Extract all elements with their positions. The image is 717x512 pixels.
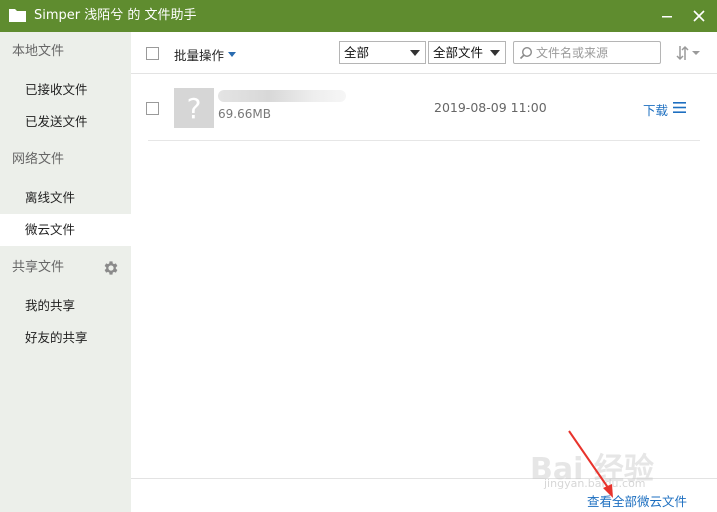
file-filter-value: 全部文件 (433, 45, 484, 60)
chevron-down-icon (228, 52, 237, 57)
file-name-redacted (218, 90, 346, 102)
sidebar-item-friend-share[interactable]: 好友的共享 (0, 322, 131, 354)
type-filter-value: 全部 (344, 45, 370, 60)
batch-operations-label: 批量操作 (174, 48, 225, 63)
table-row[interactable]: ? 69.66MB 2019-08-09 11:00 下载 (146, 84, 700, 141)
sidebar-item-my-share[interactable]: 我的共享 (0, 290, 131, 322)
minimize-button[interactable] (657, 6, 677, 26)
dropdown-arrow-icon (410, 50, 420, 56)
search-box (513, 41, 661, 64)
title-bar: Simper 浅陌兮 的 文件助手 (0, 0, 717, 32)
sidebar-header-shared: 共享文件 (12, 260, 65, 275)
unknown-file-icon: ? (186, 91, 202, 125)
file-thumbnail: ? (174, 88, 214, 128)
sidebar-item-weiyun[interactable]: 微云文件 (0, 214, 131, 246)
download-link[interactable]: 下载 (643, 100, 668, 119)
file-filter-select[interactable]: 全部文件 (428, 41, 506, 64)
sidebar-item-sent[interactable]: 已发送文件 (0, 106, 131, 138)
minimize-icon (662, 16, 672, 18)
type-filter-select[interactable]: 全部 (339, 41, 426, 64)
sidebar-header-network: 网络文件 (12, 152, 65, 167)
batch-operations-menu[interactable]: 批量操作 (174, 45, 237, 64)
sidebar-item-offline[interactable]: 离线文件 (0, 182, 131, 214)
select-all-checkbox[interactable] (146, 47, 159, 60)
close-button[interactable] (689, 6, 709, 26)
window-title: Simper 浅陌兮 的 文件助手 (34, 8, 197, 23)
file-date: 2019-08-09 11:00 (434, 100, 547, 115)
sidebar-item-received[interactable]: 已接收文件 (0, 74, 131, 106)
toolbar: 批量操作 全部 全部文件 (131, 32, 717, 74)
search-icon (519, 46, 533, 60)
sort-icon[interactable] (675, 43, 701, 63)
search-input[interactable] (536, 44, 656, 62)
close-icon (693, 10, 705, 22)
sidebar-header-local: 本地文件 (12, 44, 65, 59)
main-panel: 批量操作 全部 全部文件 ? 69.66MB (131, 32, 717, 512)
dropdown-arrow-icon (490, 50, 500, 56)
footer: 查看全部微云文件 (131, 478, 717, 512)
view-all-weiyun-link[interactable]: 查看全部微云文件 (587, 491, 687, 510)
file-size: 69.66MB (218, 107, 271, 121)
file-checkbox[interactable] (146, 102, 159, 115)
folder-icon (9, 9, 26, 22)
menu-icon[interactable] (673, 102, 686, 113)
sidebar: 本地文件 已接收文件 已发送文件 网络文件 离线文件 微云文件 共享文件 我的共… (0, 32, 131, 512)
gear-icon[interactable] (102, 259, 120, 277)
